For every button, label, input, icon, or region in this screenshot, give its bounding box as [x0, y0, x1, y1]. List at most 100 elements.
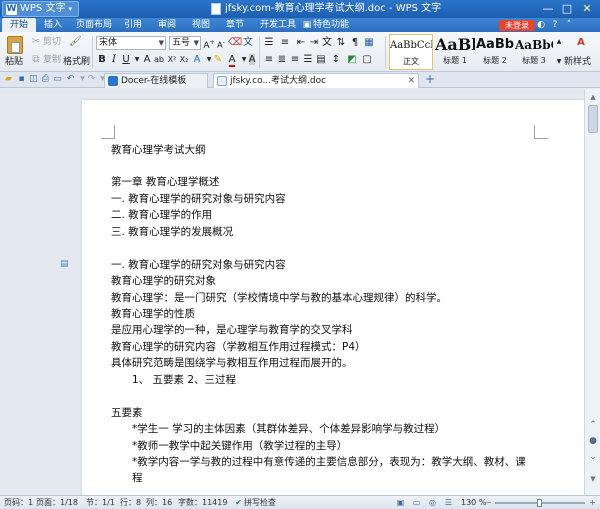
- distributed-icon[interactable]: ▤: [315, 54, 327, 66]
- select-browse-icon[interactable]: ●: [587, 435, 599, 447]
- show-marks-icon[interactable]: ¶: [349, 37, 361, 49]
- document-area[interactable]: ▤ 教育心理学考试大纲 第一章 教育心理学概述 一. 教育心理学的研究对象与研究…: [0, 89, 584, 495]
- zoom-slider[interactable]: [495, 499, 585, 507]
- numbered-list-icon[interactable]: ≡: [279, 37, 291, 49]
- zoom-in-icon[interactable]: +: [587, 497, 598, 508]
- char-shading-icon[interactable]: A: [246, 54, 258, 66]
- subscript-icon[interactable]: X₂: [178, 54, 190, 66]
- skin-icon[interactable]: ◐: [536, 20, 546, 30]
- menu-view[interactable]: 视图: [192, 18, 210, 32]
- full-screen-icon[interactable]: ▭: [411, 497, 422, 508]
- scroll-thumb[interactable]: [588, 105, 598, 133]
- zoom-slider-thumb[interactable]: [537, 499, 542, 507]
- grow-font-icon[interactable]: A+: [203, 37, 215, 51]
- style-heading-1[interactable]: AaBl 标题 1: [435, 34, 475, 70]
- doc-line[interactable]: 教育心理学的研究对象: [111, 274, 216, 288]
- doc-line[interactable]: 程: [132, 471, 143, 485]
- text-effect-icon[interactable]: A: [191, 54, 203, 66]
- copy-button[interactable]: 复制: [43, 54, 61, 66]
- cut-button[interactable]: 剪切: [43, 36, 61, 48]
- new-style-button[interactable]: A 新样式: [564, 34, 598, 70]
- print-preview-icon[interactable]: ◫: [28, 74, 39, 85]
- align-left-icon[interactable]: ≡: [263, 54, 275, 66]
- doc-line[interactable]: *学生一 学习的主体因素（其群体差异、个体差异影响学与教过程）: [132, 422, 445, 436]
- doc-line[interactable]: 教育心理学考试大纲: [111, 143, 206, 157]
- clear-format-icon[interactable]: ⌫: [228, 37, 242, 49]
- borders-icon[interactable]: ▢: [361, 54, 373, 66]
- spell-check-button[interactable]: 拼写检查: [244, 496, 276, 509]
- web-view-icon[interactable]: ◎: [427, 497, 438, 508]
- doc-line[interactable]: 教育心理学：是一门研究（学校情境中学与教的基本心理规律）的科学。: [111, 291, 447, 305]
- chevron-up-icon[interactable]: ⌃: [587, 419, 599, 431]
- align-right-icon[interactable]: ≡: [289, 54, 301, 66]
- redo-icon[interactable]: ↷: [86, 74, 97, 85]
- font-name-select[interactable]: 宋体 ▼: [96, 36, 166, 50]
- doc-line[interactable]: 二. 教育心理学的作用: [111, 208, 212, 222]
- menu-features[interactable]: 特色功能: [313, 18, 349, 32]
- italic-button[interactable]: I: [108, 54, 120, 66]
- outline-view-icon[interactable]: ☰: [443, 497, 454, 508]
- open-folder-icon[interactable]: ▰: [3, 74, 14, 85]
- style-heading-2[interactable]: AaBb( 标题 2: [476, 34, 514, 70]
- status-row[interactable]: 行：8: [120, 496, 141, 509]
- style-heading-3[interactable]: AaBbC 标题 3: [515, 34, 553, 70]
- chevron-down-icon[interactable]: ⌄: [587, 451, 599, 463]
- close-button[interactable]: ✕: [575, 1, 599, 16]
- doc-line[interactable]: *教学内容一学与教的过程中有意传递的主要信息部分，表现为：教学大纲、教材、课: [132, 455, 526, 469]
- chevron-up-icon[interactable]: ˄: [564, 20, 574, 30]
- doc-line[interactable]: 第一章 教育心理学概述: [111, 175, 219, 189]
- shrink-font-icon[interactable]: A-: [215, 37, 227, 50]
- doc-line[interactable]: 一. 教育心理学的研究对象与研究内容: [111, 258, 286, 272]
- chinese-layout-icon[interactable]: 文: [321, 37, 333, 49]
- menu-review[interactable]: 审阅: [158, 18, 176, 32]
- paragraph-marker-icon[interactable]: ▤: [60, 259, 69, 269]
- line-spacing-icon[interactable]: ↕: [330, 54, 342, 66]
- highlight-icon[interactable]: ✎: [212, 54, 224, 66]
- zoom-out-icon[interactable]: −: [483, 497, 494, 508]
- bold-button[interactable]: B: [96, 54, 108, 66]
- doc-line[interactable]: *教师一教学中起关键作用（教学过程的主导）: [132, 439, 347, 453]
- strikethrough-icon[interactable]: ab: [153, 54, 165, 66]
- status-word-count[interactable]: 字数：11419: [178, 496, 227, 509]
- doc-line[interactable]: 五要素: [111, 406, 143, 420]
- preview-icon[interactable]: ▭: [52, 74, 63, 85]
- table-icon[interactable]: ▦: [363, 37, 375, 49]
- doc-line[interactable]: 一. 教育心理学的研究对象与研究内容: [111, 192, 286, 206]
- shading-icon[interactable]: ◩: [346, 54, 358, 66]
- bullet-list-icon[interactable]: ☰: [263, 37, 275, 49]
- doc-line[interactable]: 教育心理学的研究内容（学教相互作用过程模式：P4）: [111, 340, 366, 354]
- doc-line[interactable]: 是应用心理学的一种，是心理学与教育学的交叉学科: [111, 323, 353, 337]
- status-page-number[interactable]: 页码：1: [4, 496, 33, 509]
- page-view-icon[interactable]: ▣: [395, 497, 406, 508]
- scroll-up-icon[interactable]: ▲: [588, 92, 598, 102]
- status-column[interactable]: 列：16: [146, 496, 172, 509]
- menu-page-layout[interactable]: 页面布局: [76, 18, 112, 32]
- align-center-icon[interactable]: ≣: [276, 54, 288, 66]
- doc-line[interactable]: 具体研究范畴是围绕学与教相互作用过程而展开的。: [111, 356, 353, 370]
- style-normal[interactable]: AaBbCcDd 正文: [389, 34, 433, 70]
- app-menu-button[interactable]: W WPS 文字 ▾: [2, 1, 79, 17]
- font-color-icon[interactable]: A: [226, 54, 238, 67]
- scroll-down-icon[interactable]: ▼: [588, 474, 598, 484]
- font-color-a-icon[interactable]: A: [141, 54, 153, 66]
- save-icon[interactable]: ▪: [16, 74, 27, 85]
- format-painter-button[interactable]: 🖌 格式刷: [63, 34, 90, 70]
- login-button[interactable]: 未登录: [499, 20, 535, 31]
- pinyin-icon[interactable]: 文: [242, 37, 254, 49]
- close-icon[interactable]: ✕: [407, 74, 415, 88]
- decrease-indent-icon[interactable]: ⇤: [295, 37, 307, 49]
- status-page[interactable]: 页面：1/18: [36, 496, 78, 509]
- doc-line[interactable]: 三. 教育心理学的发展概况: [111, 225, 233, 239]
- tab-docer[interactable]: Docer-在线模板: [104, 73, 208, 88]
- font-size-select[interactable]: 五号 ▼: [169, 36, 201, 50]
- help-icon[interactable]: ?: [550, 20, 560, 30]
- doc-line[interactable]: 教育心理学的性质: [111, 307, 195, 321]
- paste-button[interactable]: 粘贴: [4, 34, 26, 70]
- new-tab-button[interactable]: +: [425, 72, 435, 87]
- sort-icon[interactable]: ⇅: [335, 37, 347, 49]
- tab-document[interactable]: jfsky.co...考试大纲.doc ✕: [213, 73, 419, 88]
- vertical-scrollbar[interactable]: ▲ ⌃ ● ⌄ ▼: [584, 89, 600, 495]
- menu-chapter[interactable]: 章节: [226, 18, 244, 32]
- menu-insert[interactable]: 插入: [44, 18, 62, 32]
- justify-icon[interactable]: ☰: [302, 54, 314, 66]
